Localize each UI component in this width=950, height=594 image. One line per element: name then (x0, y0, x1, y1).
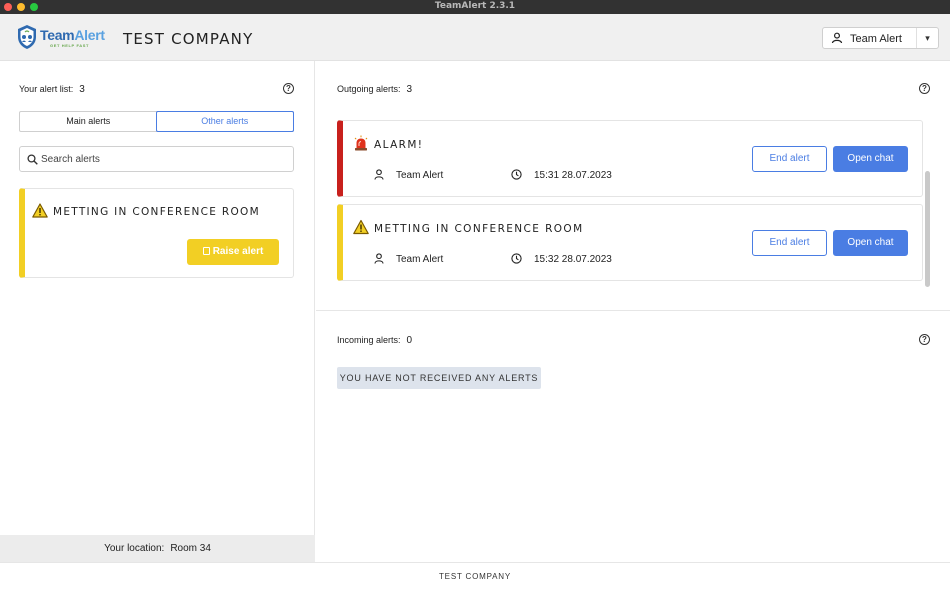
user-select-dropdown[interactable]: Team Alert ▾ (822, 27, 939, 49)
shield-logo-icon (18, 25, 36, 49)
tab-other-alerts[interactable]: Other alerts (155, 111, 294, 132)
alert-tabs: Main alerts Other alerts (19, 111, 294, 132)
outgoing-alerts-heading: Outgoing alerts: 3 (337, 84, 413, 95)
search-box (19, 146, 294, 172)
person-icon (374, 253, 384, 264)
incoming-alerts-heading: Incoming alerts: 0 (337, 335, 413, 346)
outgoing-alerts-count: 3 (406, 84, 413, 95)
location-label: Your location: (104, 543, 165, 554)
end-alert-button[interactable]: End alert (752, 230, 827, 256)
alert-list-panel: Your alert list: 3 ? Main alerts Other al… (0, 61, 315, 562)
person-icon (374, 169, 384, 180)
outgoing-alert-title: METTING IN CONFERENCE ROOM (374, 223, 584, 235)
alert-list-count: 3 (79, 84, 85, 95)
tab-main-alerts[interactable]: Main alerts (20, 112, 157, 131)
raise-alert-icon (202, 247, 210, 255)
warning-icon (353, 219, 369, 235)
location-value: Room 34 (170, 543, 211, 554)
window-title: TeamAlert 2.3.1 (434, 1, 516, 11)
outgoing-scrollbar[interactable] (923, 119, 931, 289)
clock-icon (511, 169, 522, 180)
open-chat-button[interactable]: Open chat (833, 146, 908, 172)
alerts-overview-panel: Outgoing alerts: 3 ? ALARM! Team Alert 15… (316, 61, 950, 562)
outgoing-alert-time: 15:31 28.07.2023 (534, 170, 612, 181)
user-icon (831, 32, 843, 44)
user-select-value: Team Alert (850, 33, 902, 45)
section-divider (316, 310, 950, 311)
raise-alert-button[interactable]: Raise alert (187, 239, 279, 265)
teamalert-logo: TeamAlert GET HELP FAST (16, 24, 105, 52)
search-icon (27, 154, 38, 165)
app-header: TeamAlert GET HELP FAST TEST COMPANY Tea… (0, 14, 950, 61)
incoming-alerts-count: 0 (406, 335, 413, 346)
outgoing-alert-card: METTING IN CONFERENCE ROOM Team Alert 15… (337, 204, 923, 281)
help-icon[interactable]: ? (283, 83, 294, 94)
outgoing-alert-sender: Team Alert (396, 254, 444, 265)
footer-company: TEST COMPANY (0, 562, 950, 594)
clock-icon (511, 253, 522, 264)
search-input[interactable] (41, 151, 281, 168)
help-icon[interactable]: ? (919, 334, 930, 345)
no-alerts-message: YOU HAVE NOT RECEIVED ANY ALERTS (337, 367, 541, 389)
scrollbar-thumb[interactable] (925, 171, 930, 287)
outgoing-alert-title: ALARM! (374, 139, 424, 151)
company-title: TEST COMPANY (123, 30, 254, 48)
help-icon[interactable]: ? (919, 83, 930, 94)
outgoing-alert-time: 15:32 28.07.2023 (534, 254, 612, 265)
end-alert-button[interactable]: End alert (752, 146, 827, 172)
outgoing-alert-card: ALARM! Team Alert 15:31 28.07.2023 End a… (337, 120, 923, 197)
logo-wordmark: TeamAlert (40, 27, 105, 43)
alert-template-card[interactable]: METTING IN CONFERENCE ROOM Raise alert (19, 188, 294, 278)
siren-icon (354, 135, 368, 151)
outgoing-alert-sender: Team Alert (396, 170, 444, 181)
location-bar: Your location: Room 34 (0, 535, 315, 562)
alert-list-heading: Your alert list: 3 (19, 84, 85, 95)
alert-template-title: METTING IN CONFERENCE ROOM (53, 206, 260, 218)
chevron-down-icon[interactable]: ▾ (916, 28, 938, 48)
logo-tagline: GET HELP FAST (50, 43, 90, 48)
open-chat-button[interactable]: Open chat (833, 230, 908, 256)
window-titlebar: TeamAlert 2.3.1 (0, 0, 950, 14)
warning-icon (32, 203, 48, 218)
